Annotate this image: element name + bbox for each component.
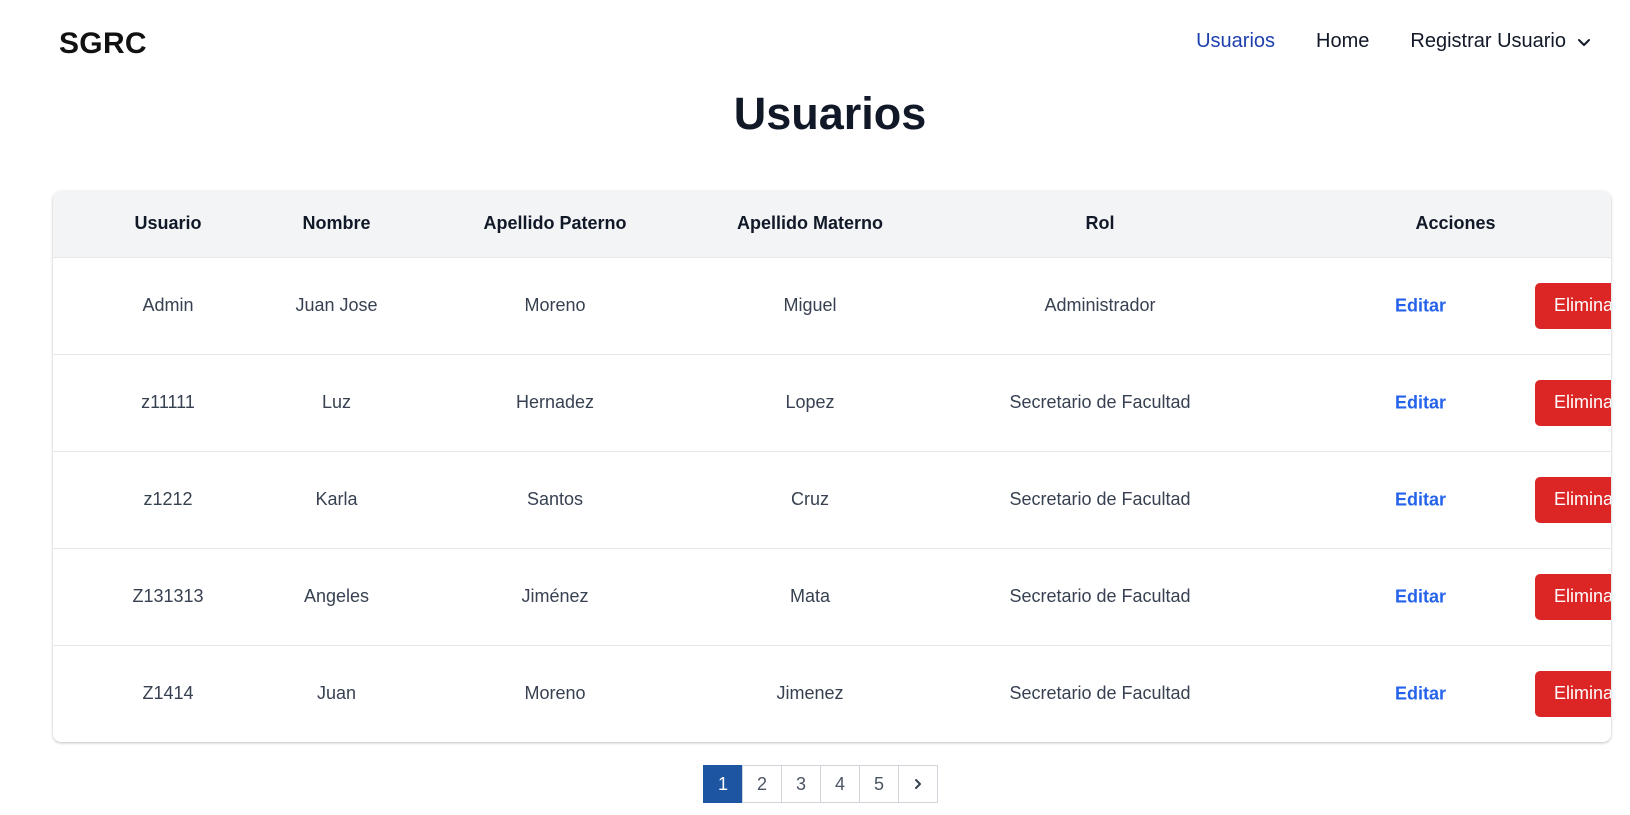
pagination: 1 2 3 4 5 [703,765,938,803]
cell-apellido-materno: Cruz [790,489,829,509]
cell-apellido-paterno: Hernadez [515,392,595,412]
edit-link[interactable]: Editar [1395,586,1446,607]
cell-rol: Administrador [1044,295,1156,315]
delete-button[interactable]: Eliminar [1535,573,1611,620]
cell-apellido-paterno: Moreno [524,683,586,704]
delete-button[interactable]: Eliminar [1535,476,1611,523]
page-button-1[interactable]: 1 [703,765,743,803]
users-table-card: Usuario Nombre Apellido Paterno Apellido… [53,191,1611,742]
header-nombre: Nombre [302,213,371,234]
page-button-2[interactable]: 2 [742,765,782,803]
cell-rol: Secretario de Facultad [1009,586,1191,606]
table-row: Z1414 Juan Moreno Jimenez Secretario de … [53,645,1611,742]
page-button-5[interactable]: 5 [859,765,899,803]
edit-link[interactable]: Editar [1395,295,1446,316]
cell-apellido-materno: Lopez [785,392,835,412]
cell-nombre: Luz [321,392,352,412]
delete-button[interactable]: Eliminar [1535,379,1611,426]
table-row: Admin Juan Jose Moreno Miguel Administra… [53,257,1611,354]
cell-acciones: Editar Eliminar [1300,645,1611,742]
cell-usuario: Z1414 [142,683,194,704]
edit-link[interactable]: Editar [1395,683,1446,704]
page-button-3[interactable]: 3 [781,765,821,803]
cell-usuario: Admin [142,295,194,315]
cell-nombre: Juan [316,683,357,704]
chevron-right-icon [915,779,921,789]
cell-rol: Secretario de Facultad [1009,683,1191,704]
cell-acciones: Editar Eliminar [1300,451,1611,548]
cell-apellido-paterno: Santos [526,489,584,509]
table-row: Z131313 Angeles Jiménez Mata Secretario … [53,548,1611,645]
cell-usuario: z11111 [141,392,195,412]
cell-acciones: Editar Eliminar [1300,354,1611,451]
next-page-button[interactable] [898,765,938,803]
nav-dropdown-registrar-usuario[interactable]: Registrar Usuario [1410,30,1592,53]
cell-apellido-paterno: Jiménez [521,586,589,606]
header-acciones: Acciones [1415,213,1496,234]
cell-nombre: Karla [315,489,358,509]
header-apellido-paterno: Apellido Paterno [483,213,627,234]
nav-link-usuarios[interactable]: Usuarios [1196,30,1275,53]
header-apellido-materno: Apellido Materno [736,213,883,234]
chevron-down-icon [1578,38,1590,46]
users-table: Usuario Nombre Apellido Paterno Apellido… [53,191,1611,742]
cell-apellido-paterno: Moreno [524,295,586,315]
edit-link[interactable]: Editar [1395,489,1446,510]
edit-link[interactable]: Editar [1395,392,1446,413]
nav-dropdown-label: Registrar Usuario [1410,30,1566,52]
cell-acciones: Editar Eliminar [1300,548,1611,645]
header-rol: Rol [1085,213,1115,234]
cell-usuario: z1212 [143,489,193,509]
cell-rol: Secretario de Facultad [1009,489,1191,509]
cell-apellido-materno: Miguel [783,295,837,315]
page-title: Usuarios [733,88,927,139]
brand-logo-text[interactable]: SGRC [59,27,147,61]
cell-acciones: Editar Eliminar [1300,257,1611,354]
table-header-row: Usuario Nombre Apellido Paterno Apellido… [53,191,1611,257]
table-row: z1212 Karla Santos Cruz Secretario de Fa… [53,451,1611,548]
nav-link-home[interactable]: Home [1316,30,1369,53]
table-row: z11111 Luz Hernadez Lopez Secretario de … [53,354,1611,451]
header-usuario: Usuario [134,213,202,234]
nav-links: Usuarios Home Registrar Usuario [1196,30,1592,53]
delete-button[interactable]: Eliminar [1535,670,1611,717]
cell-usuario: Z131313 [132,586,204,606]
cell-nombre: Angeles [303,586,370,606]
cell-nombre: Juan Jose [295,295,378,315]
cell-rol: Secretario de Facultad [1009,392,1191,412]
top-navbar: SGRC Usuarios Home Registrar Usuario [0,0,1630,88]
cell-apellido-materno: Mata [789,586,831,606]
cell-apellido-materno: Jimenez [776,683,844,704]
page-button-4[interactable]: 4 [820,765,860,803]
delete-button[interactable]: Eliminar [1535,282,1611,329]
